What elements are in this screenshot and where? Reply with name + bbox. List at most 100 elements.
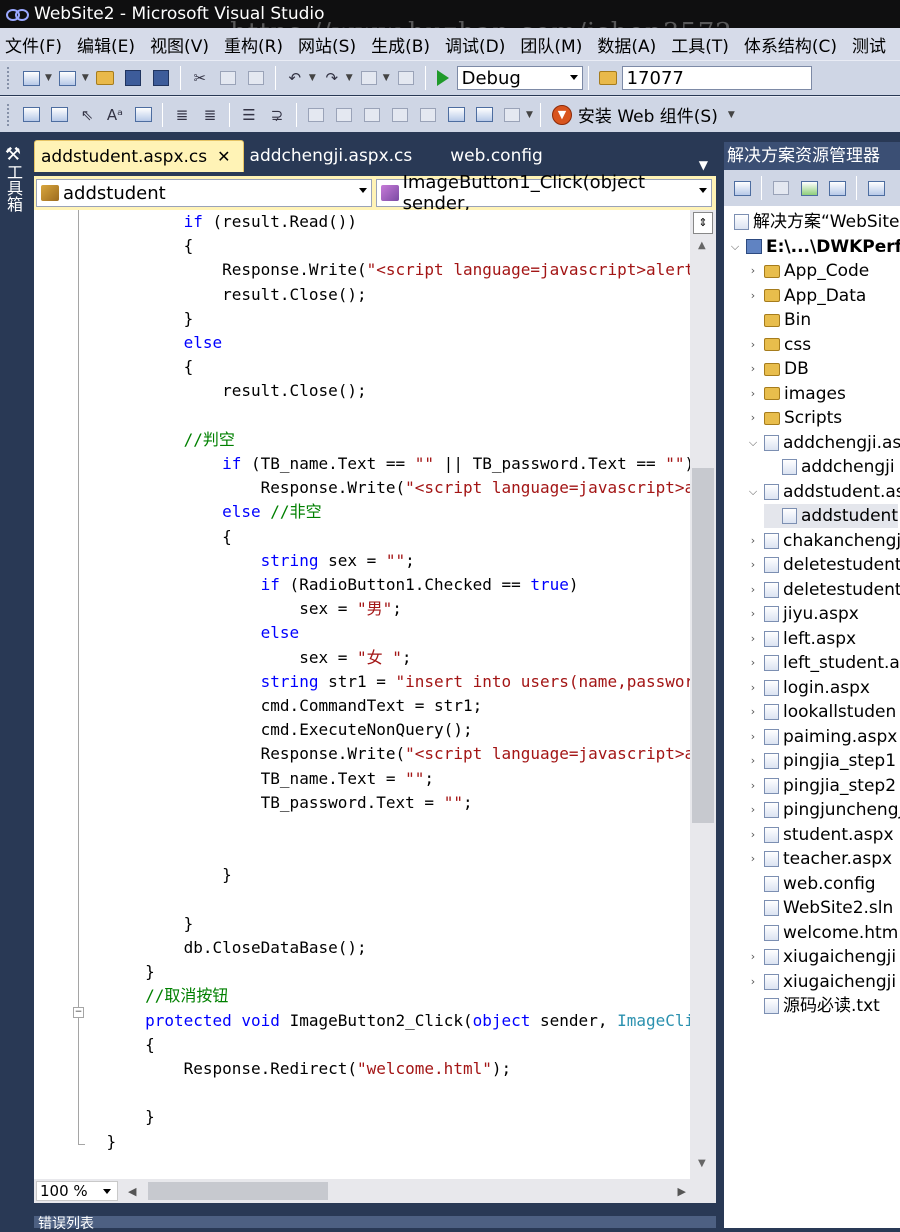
solution-tree-item[interactable]: › pingjia_step2	[746, 774, 896, 798]
solution-tree-item[interactable]: 解决方案“WebSite2	[734, 210, 900, 234]
expand-toggle-icon[interactable]: ›	[746, 284, 760, 308]
expand-toggle-icon[interactable]: ›	[746, 651, 760, 675]
expand-toggle-icon[interactable]: ›	[746, 578, 760, 602]
next-bookmark-folder-icon[interactable]	[417, 104, 439, 126]
expand-toggle-icon[interactable]: ›	[746, 847, 760, 871]
solution-tree-item[interactable]: ⌵ E:\...\DWKPerfo	[728, 235, 900, 259]
solution-tree-item[interactable]: 源码必读.txt	[746, 994, 880, 1018]
scroll-down-icon[interactable]: ▼	[698, 1158, 706, 1169]
vertical-scrollbar[interactable]: ⇕ ▲ ▼	[690, 210, 716, 1179]
start-debugging-icon[interactable]	[436, 70, 449, 86]
expand-toggle-icon[interactable]: ›	[746, 945, 760, 969]
find-combo[interactable]: 17077	[621, 66, 812, 90]
expand-toggle-icon[interactable]: ›	[746, 406, 760, 430]
code-line[interactable]: }	[68, 1130, 117, 1154]
paste-icon[interactable]	[245, 67, 267, 89]
code-line[interactable]: if (result.Read())	[68, 210, 357, 234]
solution-tree-item[interactable]: › left.aspx	[746, 627, 856, 651]
expand-toggle-icon[interactable]: ›	[746, 602, 760, 626]
text-style-icon[interactable]: Aᵃ	[104, 104, 126, 126]
solution-tree-item[interactable]: › css	[746, 333, 811, 357]
code-area[interactable]: − if (result.Read()) { Response.Write("<…	[34, 210, 690, 1179]
solution-tree-item[interactable]: › Scripts	[746, 406, 842, 430]
scroll-right-icon[interactable]: ▶	[678, 1185, 686, 1198]
code-line[interactable]: cmd.CommandText = str1;	[68, 694, 483, 718]
code-line[interactable]: {	[68, 525, 232, 549]
menu-debug[interactable]: 调试(D)	[440, 32, 515, 57]
split-window-icon[interactable]: ⇕	[693, 212, 713, 234]
code-line[interactable]: {	[68, 234, 194, 258]
view-code-icon[interactable]	[865, 177, 887, 199]
toolbar-grip[interactable]	[6, 66, 11, 90]
solution-tree-item[interactable]: › pingjia_step1	[746, 749, 896, 773]
next-bookmark-icon[interactable]	[361, 104, 383, 126]
menu-test[interactable]: 测试	[847, 32, 896, 57]
navigate-forward-icon[interactable]	[395, 67, 417, 89]
code-line[interactable]: if (TB_name.Text == "" || TB_password.Te…	[68, 452, 690, 476]
code-line[interactable]: string sex = "";	[68, 549, 415, 573]
save-icon[interactable]	[122, 67, 144, 89]
refresh-icon[interactable]	[798, 177, 820, 199]
code-line[interactable]: Response.Redirect("welcome.html");	[68, 1057, 512, 1081]
menu-view[interactable]: 视图(V)	[145, 32, 219, 57]
code-line[interactable]: {	[68, 1033, 155, 1057]
expand-toggle-icon[interactable]: ›	[746, 700, 760, 724]
expand-toggle-icon[interactable]: ›	[746, 627, 760, 651]
code-line[interactable]: cmd.ExecuteNonQuery();	[68, 718, 473, 742]
add-item-icon[interactable]	[57, 67, 79, 89]
member-combo[interactable]: ImageButton1_Click(object sender,	[376, 172, 712, 214]
tab-web-config[interactable]: web.config	[444, 140, 555, 172]
code-line[interactable]: TB_password.Text = "";	[68, 791, 473, 815]
solution-tree-item[interactable]: › left_student.a	[746, 651, 900, 675]
expand-toggle-icon[interactable]: ›	[746, 725, 760, 749]
solution-tree-item[interactable]: › App_Data	[746, 284, 867, 308]
uncomment-icon[interactable]: ⊋	[266, 104, 288, 126]
tab-addstudent-aspx-cs[interactable]: addstudent.aspx.cs ✕	[34, 140, 244, 172]
menu-file[interactable]: 文件(F)	[0, 32, 72, 57]
code-line[interactable]: else //非空	[68, 500, 321, 524]
expand-toggle-icon[interactable]: ›	[746, 553, 760, 577]
expand-toggle-icon[interactable]: ›	[746, 676, 760, 700]
expand-toggle-icon[interactable]: ›	[746, 749, 760, 773]
code-line[interactable]: {	[68, 355, 194, 379]
code-line[interactable]: }	[68, 863, 232, 887]
install-web-components-button[interactable]: ▼ 安装 Web 组件(S)	[551, 102, 718, 127]
comment-icon[interactable]: ☰	[238, 104, 260, 126]
solution-tree-item[interactable]: › pingjunchengj	[746, 798, 900, 822]
tab-overflow-icon[interactable]: ▼	[699, 158, 708, 172]
menu-team[interactable]: 团队(M)	[515, 32, 592, 57]
tab-addchengji-aspx-cs[interactable]: addchengji.aspx.cs	[244, 140, 425, 172]
solution-tree-item[interactable]: › DB	[746, 357, 809, 381]
properties-icon[interactable]	[20, 104, 42, 126]
toolbar-grip[interactable]	[6, 102, 11, 127]
cut-icon[interactable]: ✂	[189, 67, 211, 89]
menu-architecture[interactable]: 体系结构(C)	[739, 32, 847, 57]
solution-tree-item[interactable]: Bin	[746, 308, 811, 332]
save-all-icon[interactable]	[150, 67, 172, 89]
solution-tree-item[interactable]: › xiugaichengji	[746, 945, 896, 969]
solution-tree-item[interactable]: › deletestudent	[746, 578, 900, 602]
solution-tree-item[interactable]: › teacher.aspx	[746, 847, 892, 871]
expand-toggle-icon[interactable]: ›	[746, 357, 760, 381]
code-line[interactable]: protected void ImageButton2_Click(object…	[68, 1009, 690, 1033]
solution-tree-item[interactable]: addstudent	[764, 504, 898, 528]
menu-data[interactable]: 数据(A)	[592, 32, 666, 57]
solution-tree-item[interactable]: ⌵ addstudent.as	[746, 480, 900, 504]
solution-tree-item[interactable]: WebSite2.sln	[746, 896, 893, 920]
close-tab-icon[interactable]: ✕	[217, 147, 230, 166]
code-line[interactable]: sex = "男";	[68, 597, 402, 621]
expand-toggle-icon[interactable]: ›	[746, 798, 760, 822]
next-bookmark-doc-icon[interactable]	[473, 104, 495, 126]
code-line[interactable]: Response.Write("<script language=javascr…	[68, 258, 690, 282]
code-line[interactable]: Response.Write("<script language=javascr…	[68, 742, 690, 766]
object-browser-icon[interactable]	[48, 104, 70, 126]
solution-tree-item[interactable]: › student.aspx	[746, 823, 894, 847]
code-line[interactable]: result.Close();	[68, 379, 367, 403]
code-line[interactable]: db.CloseDataBase();	[68, 936, 367, 960]
code-line[interactable]: else	[68, 331, 223, 355]
solution-tree-item[interactable]: › App_Code	[746, 259, 869, 283]
toolbox-strip[interactable]: ⚒ 工具箱	[0, 132, 28, 1228]
menu-tools[interactable]: 工具(T)	[666, 32, 739, 57]
scroll-left-icon[interactable]: ◀	[128, 1185, 136, 1198]
find-in-files-icon[interactable]	[597, 67, 619, 89]
